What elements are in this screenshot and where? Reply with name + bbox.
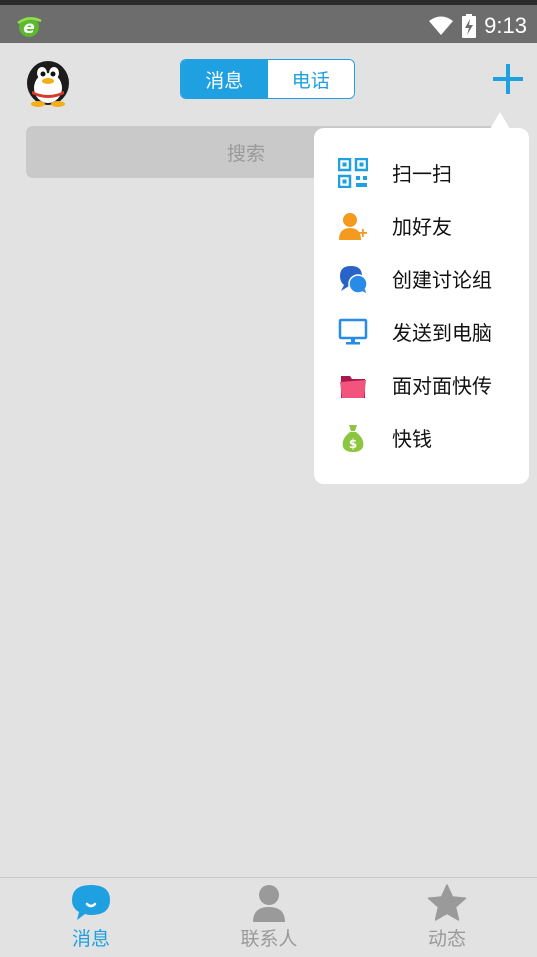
menu-item-add-friend[interactable]: 加好友 bbox=[314, 199, 529, 252]
search-placeholder: 搜索 bbox=[226, 142, 265, 165]
menu-item-label: 创建讨论组 bbox=[392, 268, 492, 292]
nav-item-contacts[interactable]: 联系人 bbox=[209, 884, 329, 954]
folder-transfer-icon bbox=[338, 370, 368, 400]
svg-text:$: $ bbox=[349, 437, 357, 451]
menu-item-quick-money[interactable]: $ 快钱 bbox=[314, 411, 529, 464]
message-bubble-icon bbox=[72, 885, 110, 920]
star-icon bbox=[427, 884, 467, 921]
menu-item-scan[interactable]: 扫一扫 bbox=[314, 146, 529, 199]
add-friend-icon bbox=[338, 211, 368, 241]
svg-text:e: e bbox=[23, 18, 35, 38]
browser-app-icon: e bbox=[17, 17, 42, 38]
discussion-group-icon bbox=[338, 264, 368, 294]
message-call-switch: 消息 电话 bbox=[180, 59, 355, 99]
status-time: 9:13 bbox=[484, 13, 527, 38]
qr-code-icon bbox=[338, 157, 368, 188]
plus-button[interactable] bbox=[488, 59, 528, 99]
menu-item-label: 发送到电脑 bbox=[392, 321, 492, 345]
nav-label: 动态 bbox=[427, 928, 466, 950]
tab-calls[interactable]: 电话 bbox=[267, 60, 354, 98]
nav-label: 联系人 bbox=[240, 928, 298, 950]
computer-icon bbox=[338, 317, 368, 347]
battery-icon bbox=[462, 14, 477, 38]
tab-messages[interactable]: 消息 bbox=[181, 60, 268, 98]
menu-item-create-discussion[interactable]: 创建讨论组 bbox=[314, 252, 529, 305]
avatar[interactable] bbox=[22, 53, 74, 107]
contact-person-icon bbox=[253, 885, 285, 922]
menu-item-label: 面对面快传 bbox=[392, 374, 492, 398]
menu-item-face-to-face[interactable]: 面对面快传 bbox=[314, 358, 529, 411]
nav-label: 消息 bbox=[71, 928, 110, 950]
plus-popup-menu: 扫一扫 加好友 创建讨论组 发送到电脑 面对面快传 $ 快钱 bbox=[314, 128, 529, 484]
menu-item-send-to-pc[interactable]: 发送到电脑 bbox=[314, 305, 529, 358]
nav-item-messages[interactable]: 消息 bbox=[31, 884, 151, 954]
menu-item-label: 加好友 bbox=[392, 215, 452, 239]
popup-arrow bbox=[490, 112, 510, 129]
menu-item-label: 快钱 bbox=[392, 427, 432, 451]
menu-item-label: 扫一扫 bbox=[392, 162, 452, 186]
nav-item-feeds[interactable]: 动态 bbox=[387, 884, 507, 954]
money-bag-icon: $ bbox=[338, 423, 368, 453]
status-bar: e 9:13 bbox=[0, 0, 537, 43]
bottom-nav: 消息 联系人 动态 bbox=[0, 877, 537, 957]
header: 消息 电话 bbox=[0, 43, 537, 117]
wifi-icon bbox=[429, 16, 454, 35]
